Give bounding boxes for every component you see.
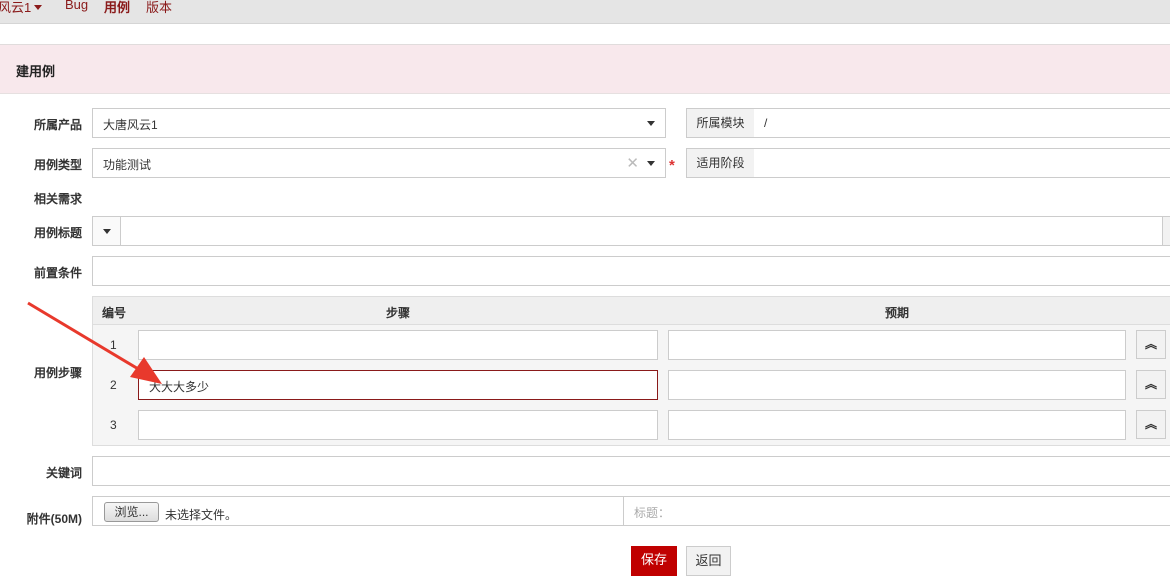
arrow-shaft	[27, 301, 146, 375]
red-arrow-annotation	[27, 301, 162, 384]
arrow-head	[130, 357, 162, 384]
